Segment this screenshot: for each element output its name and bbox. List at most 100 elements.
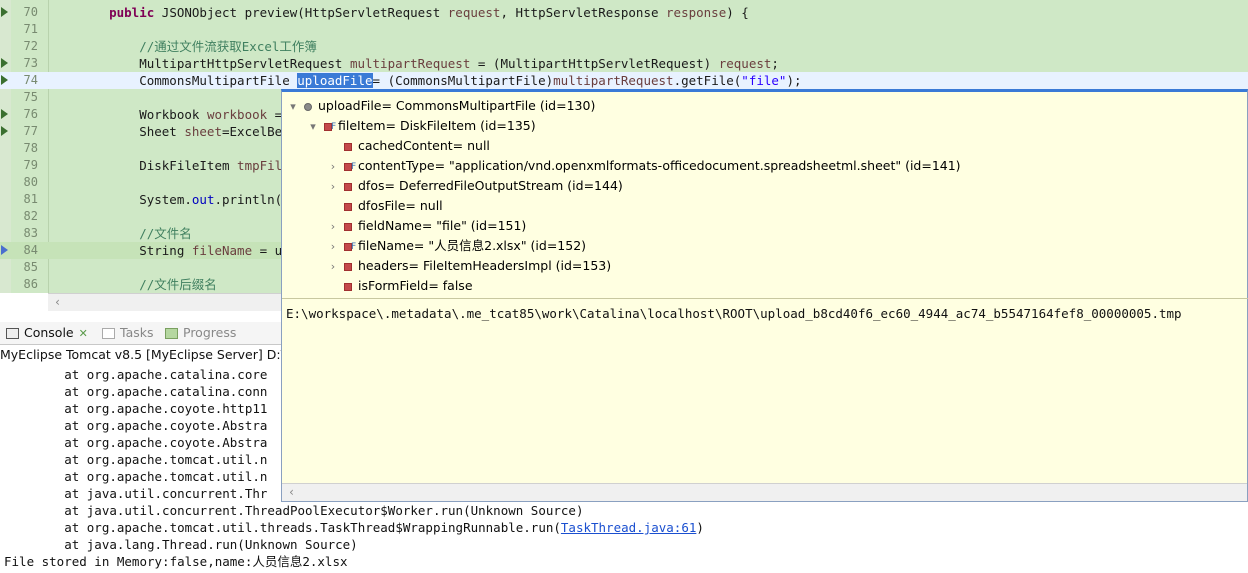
code-text[interactable]: Sheet sheet=ExcelBean xyxy=(79,123,297,140)
code-token: //文件名 xyxy=(139,226,192,241)
console-line-text: at org.apache.coyote.Abstra xyxy=(4,418,268,433)
console-process-title: MyEclipse Tomcat v8.5 [MyEclipse Server]… xyxy=(0,347,282,362)
line-number: 85 xyxy=(23,260,38,274)
code-line[interactable]: 73 MultipartHttpServletRequest multipart… xyxy=(0,55,1248,72)
tree-node[interactable]: › dfos= DeferredFileOutputStream (id=144) xyxy=(326,176,623,196)
scroll-left-icon[interactable]: ‹ xyxy=(54,295,61,309)
tree-node[interactable]: dfosFile= null xyxy=(326,196,443,216)
variable-hover-popup[interactable]: ▾ uploadFile= CommonsMultipartFile (id=13… xyxy=(281,89,1248,502)
field-icon xyxy=(344,262,352,271)
console-line-text: at org.apache.tomcat.util.n xyxy=(4,469,268,484)
console-line-text: at java.lang.Thread.run(Unknown Source) xyxy=(4,537,358,552)
line-number: 78 xyxy=(23,141,38,155)
code-line[interactable]: 74 CommonsMultipartFile uploadFile= (Com… xyxy=(0,72,1248,89)
console-line: File stored in Memory:false,name:人员信息2.x… xyxy=(4,553,348,570)
code-text[interactable]: DiskFileItem tmpFile xyxy=(79,157,290,174)
field-icon: F xyxy=(344,162,356,172)
console-line-text: at org.apache.coyote.Abstra xyxy=(4,435,268,450)
field-icon xyxy=(344,182,352,191)
tasks-icon xyxy=(102,328,115,339)
console-line-text: at org.apache.tomcat.util.n xyxy=(4,452,268,467)
code-token: String xyxy=(79,243,192,258)
tree-node[interactable]: › fieldName= "file" (id=151) xyxy=(326,216,527,237)
code-text[interactable]: CommonsMultipartFile uploadFile= (Common… xyxy=(79,72,802,89)
field-icon xyxy=(344,202,352,211)
expanded-chevron-icon[interactable]: ▾ xyxy=(306,117,320,137)
detail-pane[interactable]: E:\workspace\.metadata\.me_tcat85\work\C… xyxy=(282,298,1248,328)
code-token: workbook xyxy=(206,107,268,122)
code-token: ; xyxy=(771,56,779,71)
code-text[interactable]: public JSONObject preview(HttpServletReq… xyxy=(79,4,749,21)
tree-node-label: headers= FileItemHeadersImpl (id=153) xyxy=(358,258,612,273)
tree-node-label: contentType= "application/vnd.openxmlfor… xyxy=(358,158,961,173)
console-line: at java.util.concurrent.Thr xyxy=(4,485,267,502)
code-token: DiskFileItem xyxy=(79,158,238,173)
line-number: 76 xyxy=(23,107,38,121)
tree-node[interactable]: ▾ uploadFile= CommonsMultipartFile (id=13… xyxy=(286,96,595,116)
line-number: 83 xyxy=(23,226,38,240)
tab-tasks[interactable]: Tasks xyxy=(102,322,154,344)
current-line-arrow-icon[interactable] xyxy=(1,245,8,255)
code-text[interactable]: //文件名 xyxy=(79,225,192,242)
scroll-left-icon[interactable]: ‹ xyxy=(288,485,295,499)
code-token: //通过文件流获取Excel工作簿 xyxy=(139,39,317,54)
collapsed-chevron-icon[interactable]: › xyxy=(326,177,340,197)
line-number: 81 xyxy=(23,192,38,206)
tab-progress[interactable]: Progress xyxy=(165,322,236,344)
popup-horizontal-scrollbar[interactable]: ‹ xyxy=(282,483,1247,501)
line-number: 84 xyxy=(23,243,38,257)
collapsed-chevron-icon[interactable]: › xyxy=(326,237,340,257)
code-line[interactable]: 72 //通过文件流获取Excel工作簿 xyxy=(0,38,1248,55)
line-number: 71 xyxy=(23,22,38,36)
tree-node[interactable]: ▾ FfileItem= DiskFileItem (id=135) xyxy=(306,116,535,137)
tree-node[interactable]: › FcontentType= "application/vnd.openxmlf… xyxy=(326,156,961,176)
code-text[interactable]: //通过文件流获取Excel工作簿 xyxy=(79,38,317,55)
code-line[interactable]: 70 public JSONObject preview(HttpServlet… xyxy=(0,4,1248,21)
code-text[interactable]: System.out.println("F xyxy=(79,191,297,208)
code-text[interactable]: //文件后缀名 xyxy=(79,276,217,293)
breakpoint-marker-icon[interactable] xyxy=(1,126,8,136)
breakpoint-marker-icon[interactable] xyxy=(1,58,8,68)
code-token: = (MultipartHttpServletRequest) xyxy=(470,56,719,71)
expanded-chevron-icon[interactable]: ▾ xyxy=(286,97,300,117)
code-token: out xyxy=(191,192,215,207)
line-number: 70 xyxy=(23,5,38,19)
collapsed-chevron-icon[interactable]: › xyxy=(326,257,340,277)
console-line: at org.apache.coyote.Abstra xyxy=(4,434,267,451)
code-token: CommonsMultipartFile xyxy=(79,73,298,88)
code-text[interactable]: String fileName = upl xyxy=(79,242,297,259)
code-text[interactable]: MultipartHttpServletRequest multipartReq… xyxy=(79,55,779,72)
code-line[interactable]: 71 xyxy=(0,21,1248,38)
editor-horizontal-scrollbar[interactable]: ‹ xyxy=(48,293,282,311)
console-line-text: at org.apache.coyote.http11 xyxy=(4,401,268,416)
tab-console[interactable]: Console ✕ xyxy=(6,322,88,344)
collapsed-chevron-icon[interactable]: › xyxy=(326,157,340,177)
breakpoint-marker-icon[interactable] xyxy=(1,75,8,85)
close-icon[interactable]: ✕ xyxy=(79,327,88,340)
field-icon xyxy=(344,222,352,231)
code-token: Sheet xyxy=(79,124,185,139)
console-icon xyxy=(6,328,19,339)
object-icon xyxy=(304,102,312,111)
line-number: 72 xyxy=(23,39,38,53)
line-number: 79 xyxy=(23,158,38,172)
breakpoint-marker-icon[interactable] xyxy=(1,109,8,119)
stacktrace-link[interactable]: TaskThread.java:61 xyxy=(561,520,696,535)
console-line: at org.apache.coyote.Abstra xyxy=(4,417,267,434)
tab-tasks-label: Tasks xyxy=(120,325,154,340)
tree-node[interactable]: › headers= FileItemHeadersImpl (id=153) xyxy=(326,256,611,276)
tree-node[interactable]: cachedContent= null xyxy=(326,136,490,156)
code-text[interactable]: Workbook workbook = E xyxy=(79,106,297,123)
tree-node[interactable]: › FfileName= "人员信息2.xlsx" (id=152) xyxy=(326,236,586,256)
code-token: request xyxy=(447,5,501,20)
final-modifier-icon: F xyxy=(351,241,357,252)
tab-console-label: Console xyxy=(24,325,74,340)
tree-node[interactable]: isFormField= false xyxy=(326,276,473,296)
tree-node-label: dfosFile= null xyxy=(358,198,443,213)
code-token: response xyxy=(666,5,727,20)
code-token: System. xyxy=(79,192,192,207)
code-token: ) { xyxy=(726,5,749,20)
collapsed-chevron-icon[interactable]: › xyxy=(326,217,340,237)
breakpoint-marker-icon[interactable] xyxy=(1,7,8,17)
tab-progress-label: Progress xyxy=(183,325,237,340)
